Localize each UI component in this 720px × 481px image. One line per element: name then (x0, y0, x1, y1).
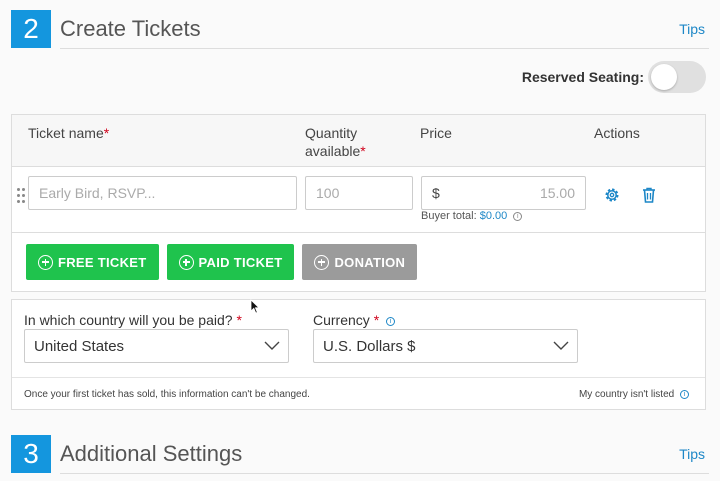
free-ticket-button[interactable]: FREE TICKET (26, 244, 159, 280)
section-title: Create Tickets (60, 16, 201, 41)
select-value: United States (34, 337, 125, 355)
mouse-cursor-icon (250, 299, 260, 314)
tips-link[interactable]: Tips (679, 446, 705, 462)
info-icon[interactable]: i (513, 211, 523, 221)
step-number: 3 (11, 435, 51, 473)
plus-circle-icon (38, 254, 53, 270)
required-mark: * (373, 312, 380, 328)
select-value: U.S. Dollars $ (323, 337, 416, 355)
buyer-total-value: $0.00 (479, 210, 508, 222)
additional-settings-header: 3 Additional Settings Tips (11, 435, 709, 473)
ticket-panel: Ticket name* Quantity available* Price A… (11, 114, 706, 292)
settings-gear-icon[interactable] (602, 185, 622, 205)
column-quantity: Quantity available* (305, 124, 366, 160)
divider (12, 377, 705, 378)
payment-settings-panel: In which country will you be paid? * Uni… (11, 299, 706, 410)
plus-circle-icon (314, 254, 330, 270)
chevron-down-icon (264, 341, 280, 350)
section-divider (60, 48, 709, 49)
section-title: Additional Settings (60, 441, 243, 466)
chevron-down-icon (553, 341, 569, 350)
button-label: DONATION (334, 254, 406, 270)
reserved-seating: Reserved Seating: (522, 61, 706, 93)
column-label: Quantity (305, 125, 358, 141)
currency-symbol: $ (432, 185, 440, 201)
placeholder-text: 15.00 (539, 185, 575, 201)
info-icon: i (680, 389, 689, 399)
column-label: Ticket name (28, 125, 104, 141)
ticket-row: Early Bird, RSVP... 100 $ 15.00 Buyer to… (12, 167, 705, 233)
buyer-total-label: Buyer total: (421, 210, 477, 222)
column-price: Price (420, 125, 452, 141)
column-ticket-name: Ticket name* (28, 124, 109, 142)
placeholder-text: Early Bird, RSVP... (39, 185, 156, 201)
section-divider (60, 473, 709, 474)
tips-link[interactable]: Tips (679, 21, 705, 37)
create-tickets-header: 2 Create Tickets Tips (11, 10, 709, 48)
donation-button[interactable]: DONATION (302, 244, 418, 280)
info-note: Once your first ticket has sold, this in… (24, 389, 310, 400)
button-label: PAID TICKET (198, 254, 283, 270)
step-number: 2 (11, 10, 51, 48)
toggle-knob (651, 64, 677, 90)
required-mark: * (103, 125, 110, 141)
info-icon[interactable]: i (386, 316, 396, 326)
trash-icon[interactable] (639, 185, 659, 205)
country-select[interactable]: United States (24, 329, 289, 363)
country-label: In which country will you be paid? * (24, 312, 242, 328)
column-label: available (305, 143, 361, 159)
placeholder-text: 100 (316, 185, 340, 201)
drag-handle-icon[interactable] (17, 188, 25, 204)
ticket-name-input[interactable]: Early Bird, RSVP... (28, 176, 297, 210)
currency-label: Currency * i (313, 312, 396, 328)
label-text: Currency (313, 312, 370, 328)
price-input[interactable]: $ 15.00 (421, 176, 586, 210)
currency-select[interactable]: U.S. Dollars $ (313, 329, 578, 363)
required-mark: * (236, 312, 242, 328)
plus-circle-icon (178, 254, 194, 270)
column-actions: Actions (594, 125, 640, 141)
buyer-total: Buyer total: $0.00 i (421, 210, 523, 222)
country-not-listed-link[interactable]: My country isn't listed i (579, 389, 689, 400)
required-mark: * (360, 143, 366, 159)
ticket-type-buttons: FREE TICKET PAID TICKET DONATION (26, 244, 418, 280)
button-label: FREE TICKET (58, 254, 147, 270)
ticket-table-header: Ticket name* Quantity available* Price A… (12, 115, 705, 167)
label-text: In which country will you be paid? (24, 312, 233, 328)
quantity-input[interactable]: 100 (305, 176, 413, 210)
link-text: My country isn't listed (578, 389, 675, 400)
reserved-seating-label: Reserved Seating: (521, 69, 644, 85)
paid-ticket-button[interactable]: PAID TICKET (166, 244, 295, 280)
reserved-seating-toggle[interactable] (648, 61, 706, 93)
